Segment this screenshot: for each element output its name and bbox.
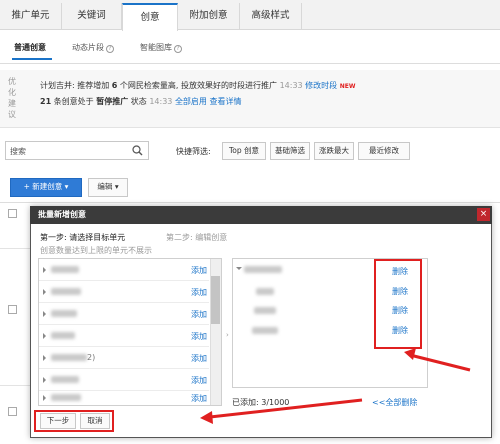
arrow-to-buttons [200, 398, 363, 424]
arrow-to-delete [404, 348, 471, 372]
next-step-button[interactable]: 下一步 [40, 413, 76, 429]
cancel-button[interactable]: 取消 [80, 413, 110, 429]
annotation-arrows [200, 348, 471, 424]
